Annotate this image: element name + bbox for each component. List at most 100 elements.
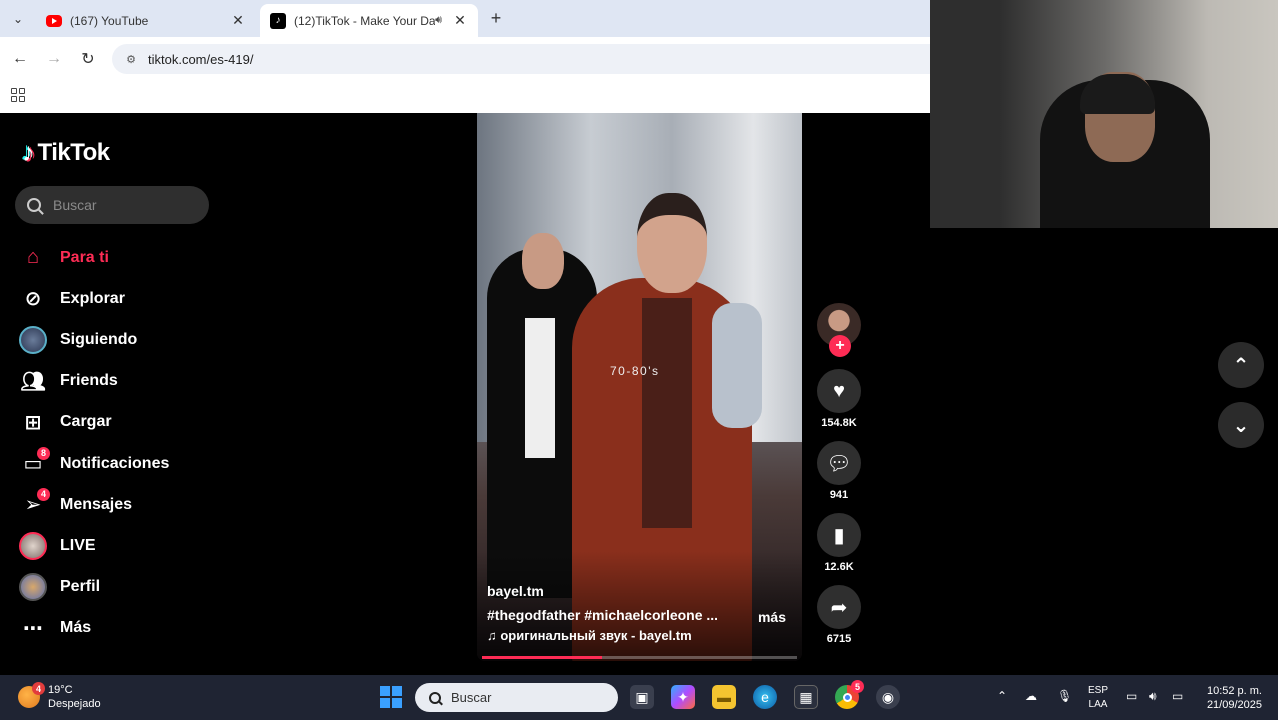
copilot-icon[interactable]: ✦ bbox=[671, 685, 695, 709]
share-button[interactable]: ➦ bbox=[817, 585, 861, 629]
chevron-down-icon: ⌄ bbox=[1232, 414, 1250, 437]
chrome-icon[interactable]: 5 bbox=[835, 680, 864, 709]
edge-icon[interactable]: e bbox=[753, 685, 777, 709]
next-video-button[interactable]: ⌄ bbox=[1218, 402, 1264, 448]
video-bottom-shade bbox=[477, 551, 802, 661]
follow-plus-icon[interactable]: + bbox=[829, 335, 851, 357]
battery-icon[interactable]: ▭ bbox=[1172, 689, 1183, 703]
task-view-icon[interactable]: ▣ bbox=[630, 685, 654, 709]
search-icon bbox=[27, 198, 41, 212]
file-explorer-icon[interactable]: ▬ bbox=[712, 685, 736, 709]
taskbar-search-placeholder: Buscar bbox=[451, 690, 492, 705]
comment-count: 941 bbox=[829, 489, 849, 501]
weather-widget[interactable]: 4 19°C Despejado bbox=[18, 682, 101, 711]
compass-icon: ⊘ bbox=[24, 288, 42, 311]
sidebar-item-perfil[interactable]: Perfil bbox=[18, 567, 218, 608]
network-icon[interactable]: ▭ bbox=[1126, 689, 1137, 703]
taskbar-search[interactable]: Buscar bbox=[415, 683, 618, 712]
browser-toolbar: ← → ↻ ⚙ tiktok.com/es-419/ bbox=[0, 37, 930, 81]
sidebar-item-label: Mensajes bbox=[60, 495, 133, 513]
microphone-icon[interactable]: 🎙︎ bbox=[1057, 689, 1072, 703]
more-description-button[interactable]: más bbox=[758, 609, 786, 625]
video-bag bbox=[712, 303, 762, 428]
temperature: 19°C bbox=[48, 684, 73, 696]
volume-icon[interactable]: 🔊︎ bbox=[1149, 689, 1157, 704]
video-sound[interactable]: ♫ оригинальный звук - bayel.tm bbox=[487, 628, 692, 643]
sidebar-item-mas[interactable]: ⋯ Más bbox=[18, 608, 218, 649]
chevron-up-icon: ⌃ bbox=[1232, 354, 1250, 377]
tray-overflow-chevron-icon[interactable]: ⌃ bbox=[997, 689, 1007, 703]
action-rail: + ♥ 154.8K 💬︎ 941 ▮ 12.6K ➦ 6715 bbox=[817, 303, 861, 649]
sidebar-item-label: Friends bbox=[60, 372, 118, 390]
tab-search-chevron-icon[interactable]: ⌄ bbox=[8, 9, 28, 29]
sidebar-item-label: Para ti bbox=[60, 248, 109, 266]
friends-icon: 👥︎ bbox=[20, 370, 46, 393]
notification-badge: 8 bbox=[37, 446, 50, 460]
save-count: 12.6K bbox=[824, 561, 854, 573]
obs-icon[interactable]: ◉ bbox=[876, 685, 900, 709]
browser-tab-strip: ⌄ (167) YouTube ✕ ♪ (12)TikTok - Make Yo… bbox=[0, 0, 930, 37]
windows-start-icon[interactable] bbox=[380, 686, 402, 708]
video-progress-fill bbox=[482, 656, 602, 659]
sidebar-item-friends[interactable]: 👥︎ Friends bbox=[18, 361, 218, 402]
comment-button[interactable]: 💬︎ bbox=[817, 441, 861, 485]
sidebar-item-siguiendo[interactable]: Siguiendo bbox=[18, 319, 218, 360]
address-bar[interactable]: ⚙ tiktok.com/es-419/ bbox=[112, 44, 930, 74]
language-indicator[interactable]: ESP LAA bbox=[1088, 684, 1108, 712]
upload-icon: ⊞ bbox=[24, 411, 42, 434]
sidebar-item-live[interactable]: LIVE bbox=[18, 525, 218, 566]
messages-badge: 4 bbox=[37, 487, 50, 501]
url-text: tiktok.com/es-419/ bbox=[148, 51, 254, 67]
share-count: 6715 bbox=[826, 633, 852, 645]
language-line1: ESP bbox=[1088, 685, 1109, 696]
system-clock[interactable]: 10:52 p. m. 21/09/2025 bbox=[1200, 684, 1262, 712]
search-icon bbox=[429, 691, 441, 704]
back-button[interactable]: ← bbox=[10, 49, 30, 69]
sidebar-item-para-ti[interactable]: ⌂ Para ti bbox=[18, 237, 218, 278]
search-box[interactable] bbox=[15, 186, 209, 224]
sidebar-item-mensajes[interactable]: ➢ 4 Mensajes bbox=[18, 484, 218, 525]
weather-badge: 4 bbox=[32, 682, 45, 695]
webcam-cap bbox=[1080, 74, 1155, 114]
video-description: #thegodfather #michaelcorleone ... bbox=[487, 607, 717, 623]
sidebar-item-notificaciones[interactable]: ▭ 8 Notificaciones bbox=[18, 443, 218, 484]
tiktok-logo[interactable]: ♪ TikTok bbox=[22, 137, 110, 168]
sidebar-item-cargar[interactable]: ⊞ Cargar bbox=[18, 402, 218, 443]
forward-button[interactable]: → bbox=[44, 49, 64, 69]
sidebar-item-label: Cargar bbox=[60, 413, 112, 431]
video-author[interactable]: bayel.tm bbox=[487, 583, 544, 599]
previous-video-button[interactable]: ⌃ bbox=[1218, 342, 1264, 388]
new-tab-button[interactable]: + bbox=[486, 8, 506, 28]
tab-title: (167) YouTube bbox=[70, 13, 149, 28]
sidebar-item-label: Perfil bbox=[60, 578, 101, 596]
sidebar-item-label: Siguiendo bbox=[60, 330, 138, 348]
bookmarks-bar bbox=[0, 81, 930, 113]
site-settings-icon[interactable]: ⚙ bbox=[124, 52, 138, 66]
speaker-icon[interactable]: 🔊︎ bbox=[435, 14, 442, 27]
sidebar-item-label: LIVE bbox=[60, 536, 96, 554]
webcam-overlay bbox=[930, 0, 1278, 228]
reload-button[interactable]: ↻ bbox=[78, 49, 98, 69]
video-player[interactable]: 70-80's bayel.tm #thegodfather #michaelc… bbox=[477, 113, 802, 661]
search-input[interactable] bbox=[53, 197, 193, 213]
send-icon: ➢ 4 bbox=[18, 487, 50, 520]
video-progress-bar[interactable] bbox=[482, 656, 797, 659]
creator-avatar[interactable]: + bbox=[817, 303, 861, 357]
tab-close-icon[interactable]: ✕ bbox=[230, 12, 246, 29]
tab-title: (12)TikTok - Make Your Day bbox=[294, 13, 436, 28]
sidebar-item-explorar[interactable]: ⊘ Explorar bbox=[18, 278, 218, 319]
tab-tiktok[interactable]: ♪ (12)TikTok - Make Your Day 🔊︎ ✕ bbox=[260, 4, 478, 37]
weather-icon: 4 bbox=[18, 682, 45, 708]
tab-youtube[interactable]: (167) YouTube ✕ bbox=[36, 4, 256, 37]
like-button[interactable]: ♥ bbox=[817, 369, 861, 413]
heart-icon: ♥ bbox=[833, 379, 845, 402]
youtube-icon bbox=[46, 14, 62, 27]
share-icon: ➦ bbox=[830, 596, 848, 619]
apps-grid-icon[interactable] bbox=[11, 88, 25, 102]
video-overlay-text: 70-80's bbox=[610, 364, 660, 378]
store-icon[interactable]: ▦ bbox=[794, 685, 818, 709]
tab-close-icon[interactable]: ✕ bbox=[452, 12, 468, 29]
following-avatar bbox=[18, 325, 48, 355]
save-button[interactable]: ▮ bbox=[817, 513, 861, 557]
cloud-icon[interactable]: ☁ bbox=[1025, 689, 1037, 703]
